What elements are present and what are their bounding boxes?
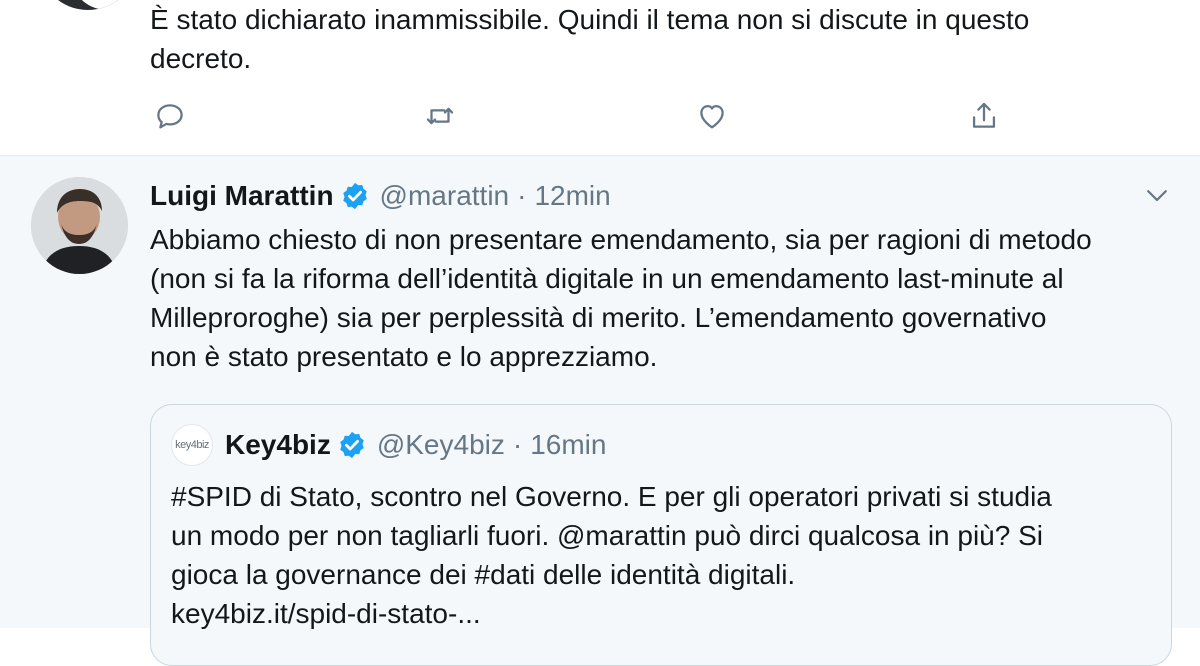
- author-handle[interactable]: @marattin: [380, 180, 510, 212]
- tweet-actions: [150, 96, 1010, 136]
- share-icon: [972, 102, 996, 128]
- profile-photo: [31, 177, 128, 274]
- tweet-header: Luigi Marattin @marattin · 12min: [150, 176, 611, 216]
- retweet-icon: [426, 107, 454, 125]
- quoted-tweet-line: gioca la governance dei #dati delle iden…: [171, 559, 796, 590]
- tweet-line: (non si fa la riforma dell’identità digi…: [150, 263, 1064, 294]
- tweet-text: Abbiamo chiesto di non presentare emenda…: [150, 220, 1170, 376]
- tweet-line: Abbiamo chiesto di non presentare emenda…: [150, 224, 1092, 255]
- previous-tweet-text: È stato dichiarato inammissibile. Quindi…: [150, 0, 1150, 78]
- chevron-down-icon[interactable]: [1142, 180, 1172, 210]
- quoted-author-name[interactable]: Key4biz: [225, 429, 331, 461]
- reply-icon: [157, 104, 183, 129]
- verified-badge-icon: [340, 431, 364, 459]
- previous-tweet: È stato dichiarato inammissibile. Quindi…: [0, 0, 1200, 156]
- share-button[interactable]: [964, 96, 1004, 136]
- like-button[interactable]: [692, 96, 732, 136]
- quoted-tweet-line: #SPID di Stato, scontro nel Governo. E p…: [171, 481, 1052, 512]
- previous-tweet-avatar[interactable]: [38, 0, 138, 10]
- retweet-button[interactable]: [420, 96, 460, 136]
- author-name[interactable]: Luigi Marattin: [150, 180, 334, 212]
- tweet-line: non è stato presentato e lo apprezziamo.: [150, 341, 658, 372]
- quoted-tweet-text: #SPID di Stato, scontro nel Governo. E p…: [171, 477, 1151, 633]
- tweet: Luigi Marattin @marattin · 12min Abbiamo…: [0, 156, 1200, 666]
- quoted-tweet-link[interactable]: key4biz.it/spid-di-stato-...: [171, 594, 1151, 633]
- quoted-avatar[interactable]: key4biz: [171, 424, 213, 466]
- timestamp[interactable]: 12min: [534, 180, 610, 212]
- quoted-logo-text: key4biz: [175, 439, 209, 451]
- verified-badge-icon: [342, 182, 367, 210]
- previous-tweet-line: È stato dichiarato inammissibile. Quindi…: [150, 4, 1030, 35]
- quoted-timestamp[interactable]: 16min: [530, 429, 606, 461]
- heart-icon: [700, 104, 724, 129]
- reply-button[interactable]: [150, 96, 190, 136]
- separator-dot: ·: [517, 180, 527, 211]
- quoted-tweet-header: key4biz Key4biz @Key4biz · 16min: [171, 424, 606, 466]
- tweet-line: Milleproroghe) sia per perplessità di me…: [150, 302, 1047, 333]
- quoted-author-handle[interactable]: @Key4biz: [377, 429, 505, 461]
- avatar[interactable]: [31, 177, 128, 274]
- quoted-tweet[interactable]: key4biz Key4biz @Key4biz · 16min #SPID d…: [150, 404, 1172, 666]
- separator-dot: ·: [512, 429, 523, 460]
- quoted-tweet-line: un modo per non tagliarli fuori. @maratt…: [171, 520, 1044, 551]
- previous-tweet-line: decreto.: [150, 43, 252, 74]
